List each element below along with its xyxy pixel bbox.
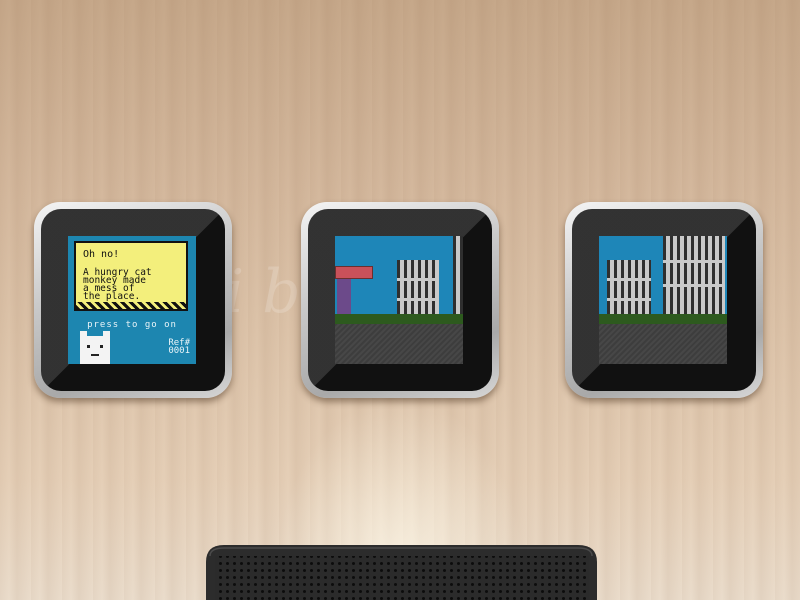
speaker-base [206, 545, 597, 600]
grass-strip [599, 314, 727, 324]
building [397, 260, 439, 316]
message-title: Oh no! [83, 249, 120, 260]
building [607, 260, 651, 316]
road [335, 324, 463, 364]
building-tall [663, 236, 725, 316]
smartwatch-device-1[interactable]: Oh no! A hungry cat monkey made a mess o… [34, 202, 232, 398]
hazard-stripes [76, 302, 186, 309]
message-text: A hungry cat monkey made a mess of the p… [83, 267, 152, 302]
continue-prompt[interactable]: press to go on [68, 321, 196, 330]
street-scene-screen[interactable] [335, 236, 463, 364]
building-edge [453, 236, 463, 316]
device-bezel [308, 209, 492, 391]
smartwatch-device-3[interactable] [565, 202, 763, 398]
store-sign [335, 266, 373, 279]
street-scene-screen[interactable] [599, 236, 727, 364]
smartwatch-device-2[interactable] [301, 202, 499, 398]
grass-strip [335, 314, 463, 324]
message-box: Oh no! A hungry cat monkey made a mess o… [74, 241, 188, 311]
reference-number: Ref# 0001 [168, 339, 190, 356]
device-bezel: Oh no! A hungry cat monkey made a mess o… [41, 209, 225, 391]
speaker-grill [215, 556, 589, 600]
ref-value: 0001 [168, 346, 190, 356]
device-bezel [572, 209, 756, 391]
cat-face-icon [80, 331, 110, 364]
message-screen[interactable]: Oh no! A hungry cat monkey made a mess o… [68, 236, 196, 364]
road [599, 324, 727, 364]
